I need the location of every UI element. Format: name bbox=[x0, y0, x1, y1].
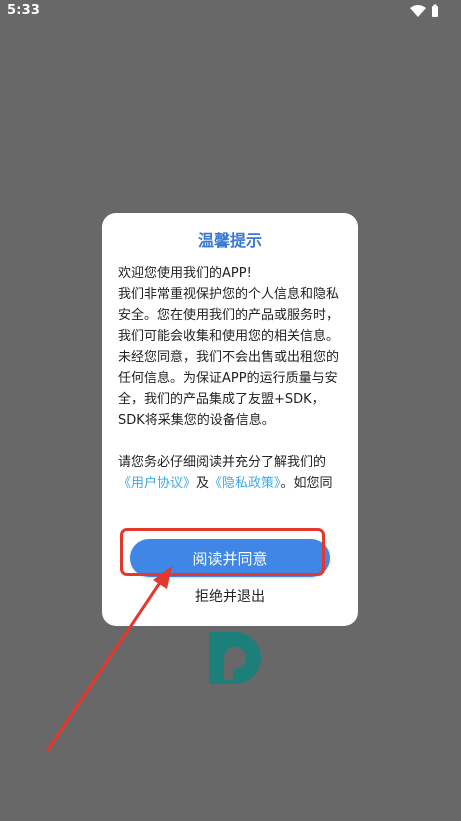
welcome-text: 欢迎您使用我们的APP! bbox=[118, 266, 252, 281]
user-agreement-link[interactable]: 《用户协议》 bbox=[118, 476, 196, 491]
and-text: 及 bbox=[196, 476, 210, 491]
dialog-title: 温馨提示 bbox=[197, 231, 262, 250]
privacy-dialog: 温馨提示 欢迎您使用我们的APP! 我们非常重视保护您的个人信息和隐私安全。您在… bbox=[102, 213, 358, 626]
agreement-suffix-text: 。如您同 bbox=[280, 476, 333, 491]
wifi-icon bbox=[410, 5, 426, 17]
agree-button[interactable]: 阅读并同意 bbox=[130, 539, 330, 577]
app-logo-icon bbox=[209, 632, 261, 684]
privacy-notice-text: 我们非常重视保护您的个人信息和隐私安全。您在使用我们的产品或服务时，我们可能会收… bbox=[118, 287, 340, 428]
status-time: 5:33 bbox=[7, 3, 41, 18]
status-bar: 5:33 bbox=[0, 0, 461, 22]
privacy-policy-link[interactable]: 《隐私政策》 bbox=[209, 476, 281, 491]
agreement-prefix-text: 请您务必仔细阅读并充分了解我们的 bbox=[118, 455, 327, 470]
status-icons bbox=[410, 4, 438, 17]
agreement-notice: 请您务必仔细阅读并充分了解我们的《用户协议》及《隐私政策》。如您同 bbox=[118, 452, 344, 494]
battery-icon bbox=[432, 4, 438, 17]
dialog-body[interactable]: 欢迎您使用我们的APP! 我们非常重视保护您的个人信息和隐私安全。您在使用我们的… bbox=[118, 263, 344, 515]
reject-button[interactable]: 拒绝并退出 bbox=[102, 586, 358, 606]
